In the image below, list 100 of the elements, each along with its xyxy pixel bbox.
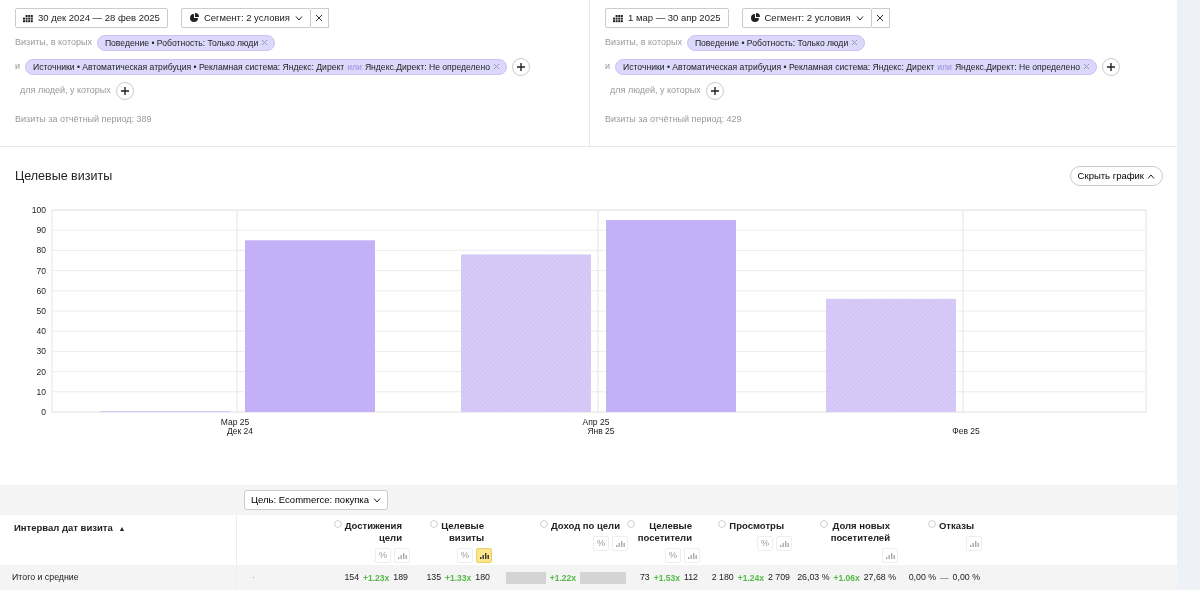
add-condition-button[interactable] — [511, 58, 530, 76]
bar-chart-icon — [779, 540, 789, 547]
column-header[interactable]: Просмотры — [729, 520, 784, 532]
x-tick-label: Апр 25 — [582, 417, 610, 427]
change-ratio: — — [940, 572, 949, 583]
pie-chart-icon — [188, 13, 199, 23]
bar-chart-icon — [885, 552, 895, 559]
table-cell-text: 27,68 % — [863, 570, 896, 584]
column-header[interactable]: Интервал дат визита — [14, 522, 116, 533]
y-tick-label: 30 — [36, 346, 46, 357]
condition-tag[interactable]: Поведение • Роботность: Только люди — [686, 34, 866, 52]
plus-icon — [710, 87, 719, 95]
chart-title: Целевые визиты — [15, 167, 113, 185]
chevron-down-icon — [372, 497, 381, 503]
condition-label: для людей, у которых — [20, 84, 111, 98]
x-tick-label: Янв 25 — [587, 426, 615, 436]
y-tick-label: 90 — [36, 225, 46, 236]
table-cell-text: 0,00 % — [908, 570, 937, 584]
calendar-icon — [23, 13, 33, 23]
bar-chart-icon — [687, 552, 697, 559]
column-header[interactable]: Доля новых посетителей — [830, 520, 890, 544]
y-tick-label: 20 — [36, 366, 46, 377]
condition-tag[interactable]: Источники • Автоматическая атрибуция • Рекламная система: Яндекс: Директ или Яндекс.Директ: Не определено — [615, 58, 1097, 76]
bar-chart-icon — [479, 552, 489, 559]
change-ratio: +1.33x — [445, 572, 472, 583]
close-icon — [492, 63, 500, 71]
add-condition-button[interactable] — [115, 82, 134, 100]
close-icon — [1082, 63, 1090, 71]
table-cell-text: 73 — [639, 570, 650, 584]
hide-chart-button[interactable]: Скрыть график — [1069, 165, 1163, 187]
y-tick-label: 10 — [36, 386, 46, 397]
close-icon — [876, 14, 885, 22]
bar-chart-icon — [615, 540, 625, 547]
table-cell-text: 154 — [344, 570, 360, 584]
bar-chart-icon — [397, 552, 407, 559]
add-condition-button[interactable] — [1101, 58, 1120, 76]
help-icon — [626, 520, 635, 528]
condition-label: Визиты, в которых — [605, 36, 682, 50]
visits-total: Визиты за отчётный период: 389 — [15, 113, 153, 126]
close-icon — [315, 14, 324, 22]
help-icon — [430, 520, 439, 528]
add-condition-button[interactable] — [705, 82, 724, 100]
date-range-button[interactable]: 30 дек 2024 — 28 фев 2025 — [15, 8, 168, 28]
table-cell-text: 180 — [475, 570, 490, 584]
visits-total: Визиты за отчётный период: 429 — [605, 113, 743, 126]
condition-label: и — [15, 60, 21, 74]
plus-icon — [516, 63, 525, 71]
x-tick-label: Дек 24 — [227, 426, 253, 436]
column-header[interactable]: Достижения цели — [344, 520, 402, 544]
plus-icon — [1106, 63, 1115, 71]
blurred-value — [580, 571, 626, 584]
y-tick-label: 70 — [36, 265, 46, 276]
goal-dropdown[interactable]: Цель: Ecommerce: покупка — [244, 490, 388, 510]
change-ratio: +1.06x — [833, 572, 860, 583]
plus-icon — [120, 87, 129, 95]
y-tick-label: 40 — [36, 326, 46, 337]
pie-chart-icon — [749, 13, 760, 23]
change-ratio: +1.24x — [737, 572, 764, 583]
x-tick-label: Фев 25 — [952, 426, 980, 436]
column-header[interactable]: Целевые визиты — [441, 520, 484, 544]
bar-chart-icon — [969, 540, 979, 547]
condition-label: для людей, у которых — [610, 84, 701, 98]
table-cell-text: 26,03 % — [797, 570, 830, 584]
column-header[interactable]: Доход по цели — [550, 520, 620, 532]
close-icon — [851, 39, 859, 47]
chevron-up-icon — [1147, 173, 1155, 179]
table-cell-text: 2 709 — [768, 570, 790, 584]
condition-tag[interactable]: Поведение • Роботность: Только люди — [96, 34, 276, 52]
segment-dropdown[interactable]: Сегмент: 2 условия — [741, 8, 872, 28]
column-header[interactable]: Отказы — [938, 520, 974, 532]
help-icon — [333, 520, 342, 528]
clear-segment-button[interactable] — [310, 8, 329, 28]
help-icon — [539, 520, 548, 528]
help-icon — [718, 520, 727, 528]
column-header[interactable]: Целевые посетители — [637, 520, 692, 544]
help-icon — [927, 520, 936, 528]
condition-label: и — [605, 60, 611, 74]
date-range-button[interactable]: 1 мар — 30 апр 2025 — [605, 8, 729, 28]
change-ratio: +1.53x — [653, 572, 680, 583]
x-tick-label: Мар 25 — [220, 417, 250, 427]
change-ratio: +1.23x — [363, 572, 390, 583]
y-tick-label: 0 — [41, 407, 46, 417]
row-label: Итого и средние — [12, 570, 79, 584]
table-cell-text: 135 — [426, 570, 442, 584]
y-tick-label: 100 — [31, 205, 46, 215]
table-cell-text: 189 — [393, 570, 408, 584]
y-tick-label: 80 — [36, 245, 46, 256]
change-ratio: +1.22x — [549, 572, 576, 583]
chevron-down-icon — [294, 15, 303, 21]
dot-marker: · — [252, 570, 255, 584]
table-cell-text: 0,00 % — [952, 570, 980, 584]
y-tick-label: 60 — [36, 285, 46, 296]
calendar-icon — [613, 13, 623, 23]
table-cell-text: 2 180 — [711, 570, 734, 584]
segment-dropdown[interactable]: Сегмент: 2 условия — [180, 8, 311, 28]
help-icon — [819, 520, 828, 528]
chevron-down-icon — [855, 15, 864, 21]
condition-tag[interactable]: Источники • Автоматическая атрибуция • Рекламная система: Яндекс: Директ или Яндекс.Директ: Не определено — [25, 58, 507, 76]
chart-toggle-button[interactable] — [476, 548, 492, 563]
clear-segment-button[interactable] — [871, 8, 890, 28]
